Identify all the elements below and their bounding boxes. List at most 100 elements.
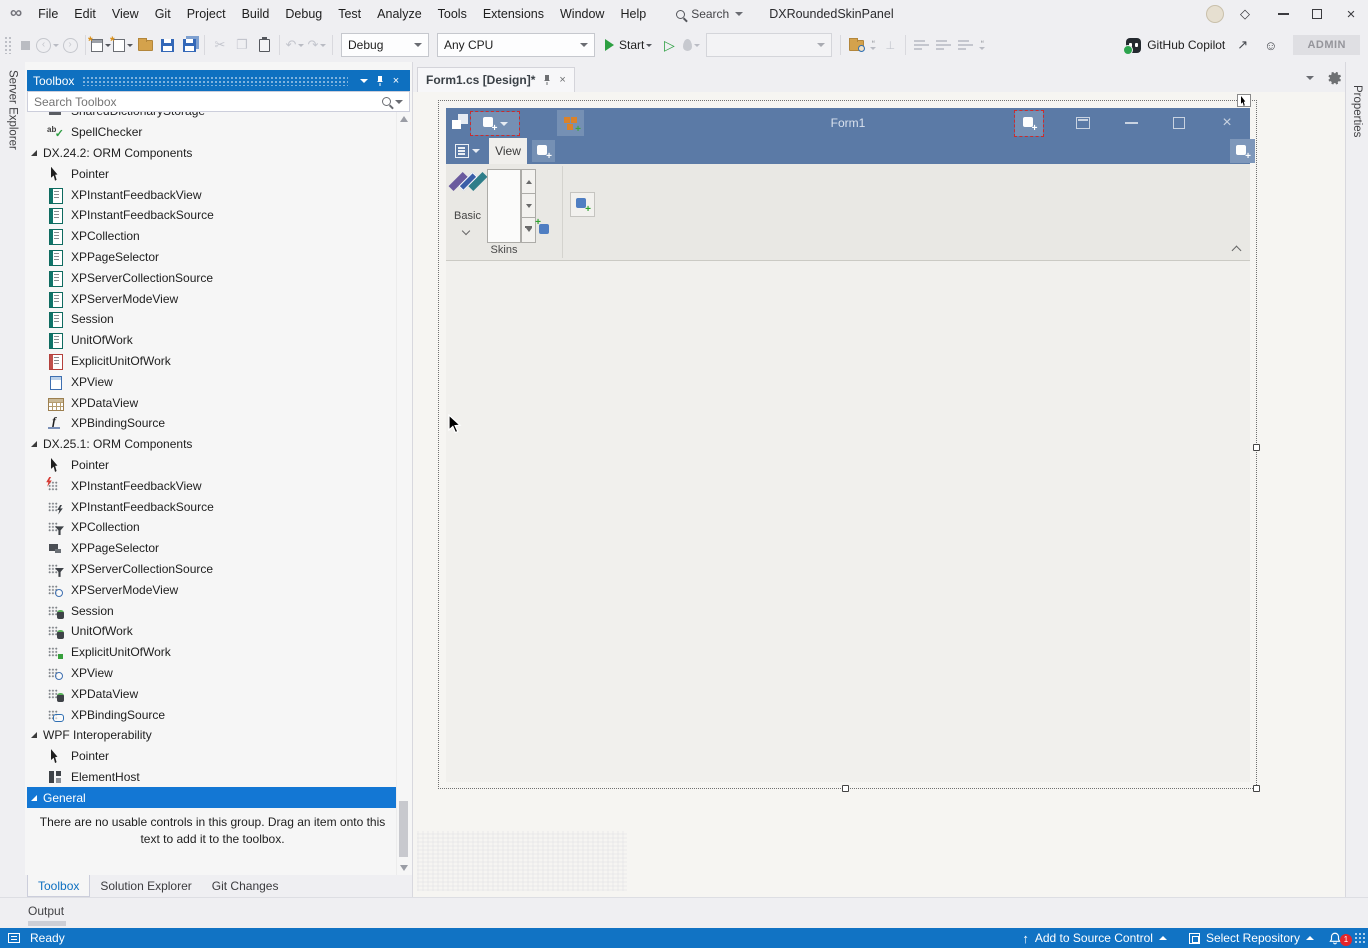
designed-form[interactable]: Form1 × View — [446, 108, 1250, 782]
toolbox-item[interactable]: XPInstantFeedbackView — [27, 475, 396, 496]
skins-gallery[interactable] — [487, 169, 521, 243]
toolbox-header[interactable]: Toolbox × — [27, 70, 410, 91]
panel-tab[interactable]: Solution Explorer — [90, 875, 201, 897]
new-file-button[interactable]: * — [112, 32, 134, 58]
pin-options-button[interactable]: ⊥ — [879, 32, 901, 58]
close-panel-button[interactable]: × — [388, 75, 404, 87]
panel-tab[interactable]: Git Changes — [202, 875, 289, 897]
cut-button[interactable]: ✂ — [209, 32, 231, 58]
toolbox-item[interactable]: WPF Interoperability — [27, 725, 396, 746]
hot-reload-button[interactable] — [680, 32, 702, 58]
solution-configuration-combo[interactable]: Debug — [341, 33, 429, 57]
toolbox-item[interactable]: XPBindingSource — [27, 413, 396, 434]
add-to-source-control-button[interactable]: ↑ Add to Source Control — [1014, 931, 1175, 946]
menu-item[interactable]: Analyze — [369, 0, 429, 28]
toolbox-item[interactable]: SharedDictionaryStorage — [27, 112, 396, 122]
document-list-chevron-icon[interactable] — [1306, 76, 1314, 80]
target-combo[interactable] — [706, 33, 832, 57]
layout-options-button[interactable]: “ — [976, 41, 988, 50]
properties-tab[interactable]: Properties — [1351, 85, 1363, 137]
find-options-button[interactable]: “ — [867, 41, 879, 50]
notifications-button[interactable]: 1 — [1328, 928, 1348, 948]
toolbox-item[interactable]: Pointer — [27, 455, 396, 476]
toolbox-item[interactable]: XPDataView — [27, 683, 396, 704]
server-explorer-tab[interactable]: Server Explorer — [7, 70, 19, 150]
toolbox-item[interactable]: Pointer — [27, 746, 396, 767]
navigate-back-button[interactable]: ‹ — [36, 32, 59, 58]
gallery-scroll-down-button[interactable] — [521, 193, 536, 218]
start-debug-button[interactable]: Start — [599, 32, 658, 58]
toolbox-item[interactable]: XPServerModeView — [27, 579, 396, 600]
github-copilot-button[interactable]: GitHub Copilot — [1122, 32, 1229, 58]
toolbox-item[interactable]: DX.25.1: ORM Components — [27, 434, 396, 455]
toolbox-item[interactable]: ExplicitUnitOfWork — [27, 351, 396, 372]
stop-button[interactable] — [14, 32, 36, 58]
form-selection-border[interactable]: Form1 × View — [438, 100, 1257, 789]
toolbox-item[interactable]: XPServerCollectionSource — [27, 559, 396, 580]
toolbox-item[interactable]: ElementHost — [27, 767, 396, 788]
add-ribbon-tab-button[interactable] — [532, 140, 555, 162]
toolbox-search-input[interactable] — [28, 95, 382, 109]
menu-item[interactable]: Window — [552, 0, 612, 28]
gallery-scroll-up-button[interactable] — [521, 169, 536, 194]
menu-item[interactable]: View — [104, 0, 147, 28]
menu-item[interactable]: Debug — [277, 0, 330, 28]
menu-item[interactable]: Edit — [66, 0, 104, 28]
add-group-item-button[interactable] — [570, 192, 595, 217]
toolbox-item[interactable]: XPInstantFeedbackView — [27, 184, 396, 205]
pin-button[interactable] — [372, 75, 388, 87]
gallery-dropdown-button[interactable] — [521, 217, 536, 243]
form-designer-surface[interactable]: Form1 × View — [413, 92, 1345, 897]
align-rights-button[interactable] — [954, 32, 976, 58]
toolbox-item[interactable]: XPPageSelector — [27, 538, 396, 559]
ribbon-app-menu-button[interactable] — [452, 141, 482, 161]
toolbox-item[interactable]: UnitOfWork — [27, 330, 396, 351]
scroll-down-icon[interactable] — [400, 865, 408, 871]
skin-gallery-button[interactable]: Basic — [448, 168, 487, 244]
toolbox-item[interactable]: UnitOfWork — [27, 621, 396, 642]
maximize-button[interactable] — [1300, 0, 1334, 28]
form-close-button[interactable]: × — [1212, 108, 1242, 138]
navigate-forward-button[interactable]: › — [59, 32, 81, 58]
toolbox-item[interactable]: XPBindingSource — [27, 704, 396, 725]
toolbox-item[interactable]: XPCollection — [27, 517, 396, 538]
output-panel-tab[interactable]: Output — [28, 904, 64, 918]
menu-item[interactable]: Help — [612, 0, 654, 28]
admin-button[interactable]: ADMIN — [1293, 35, 1360, 55]
redo-button[interactable]: ↷ — [306, 32, 328, 58]
align-centers-button[interactable] — [932, 32, 954, 58]
gear-icon[interactable] — [1326, 70, 1341, 85]
new-project-button[interactable]: * — [90, 32, 112, 58]
pin-icon[interactable] — [542, 74, 552, 86]
menu-item[interactable]: File — [30, 0, 66, 28]
document-tab[interactable]: Form1.cs [Design]* × — [417, 67, 575, 92]
open-file-button[interactable] — [134, 32, 156, 58]
toolbox-scrollbar[interactable] — [396, 112, 410, 875]
toolbox-item[interactable]: XPServerCollectionSource — [27, 267, 396, 288]
save-all-button[interactable] — [178, 32, 200, 58]
solution-platform-combo[interactable]: Any CPU — [437, 33, 595, 57]
feedback-icon[interactable] — [8, 933, 20, 943]
panel-tab[interactable]: Toolbox — [27, 875, 90, 897]
live-share-person-icon[interactable]: ☺ — [1256, 38, 1285, 53]
form-title-bar[interactable]: Form1 × — [446, 108, 1250, 138]
copy-button[interactable]: ❐ — [231, 32, 253, 58]
toolbox-item[interactable]: XPView — [27, 663, 396, 684]
chevron-down-icon[interactable] — [395, 100, 403, 104]
form-minimize-button[interactable] — [1116, 108, 1146, 138]
ribbon-tab-view[interactable]: View — [489, 138, 527, 164]
menu-item[interactable]: Git — [147, 0, 179, 28]
scroll-up-icon[interactable] — [400, 116, 408, 122]
menu-item[interactable]: Test — [330, 0, 369, 28]
save-button[interactable] — [156, 32, 178, 58]
toolbox-item[interactable]: XPCollection — [27, 226, 396, 247]
resize-grip[interactable] — [1354, 932, 1366, 944]
close-button[interactable]: × — [1334, 0, 1368, 28]
menu-item[interactable]: Project — [179, 0, 234, 28]
resize-handle-corner[interactable] — [1253, 785, 1260, 792]
form-maximize-button[interactable] — [1164, 108, 1194, 138]
search-icon[interactable] — [382, 97, 391, 106]
share-icon[interactable]: ↗ — [1229, 37, 1256, 53]
toolbox-item[interactable]: DX.24.2: ORM Components — [27, 143, 396, 164]
form-client-area[interactable] — [446, 261, 1250, 782]
